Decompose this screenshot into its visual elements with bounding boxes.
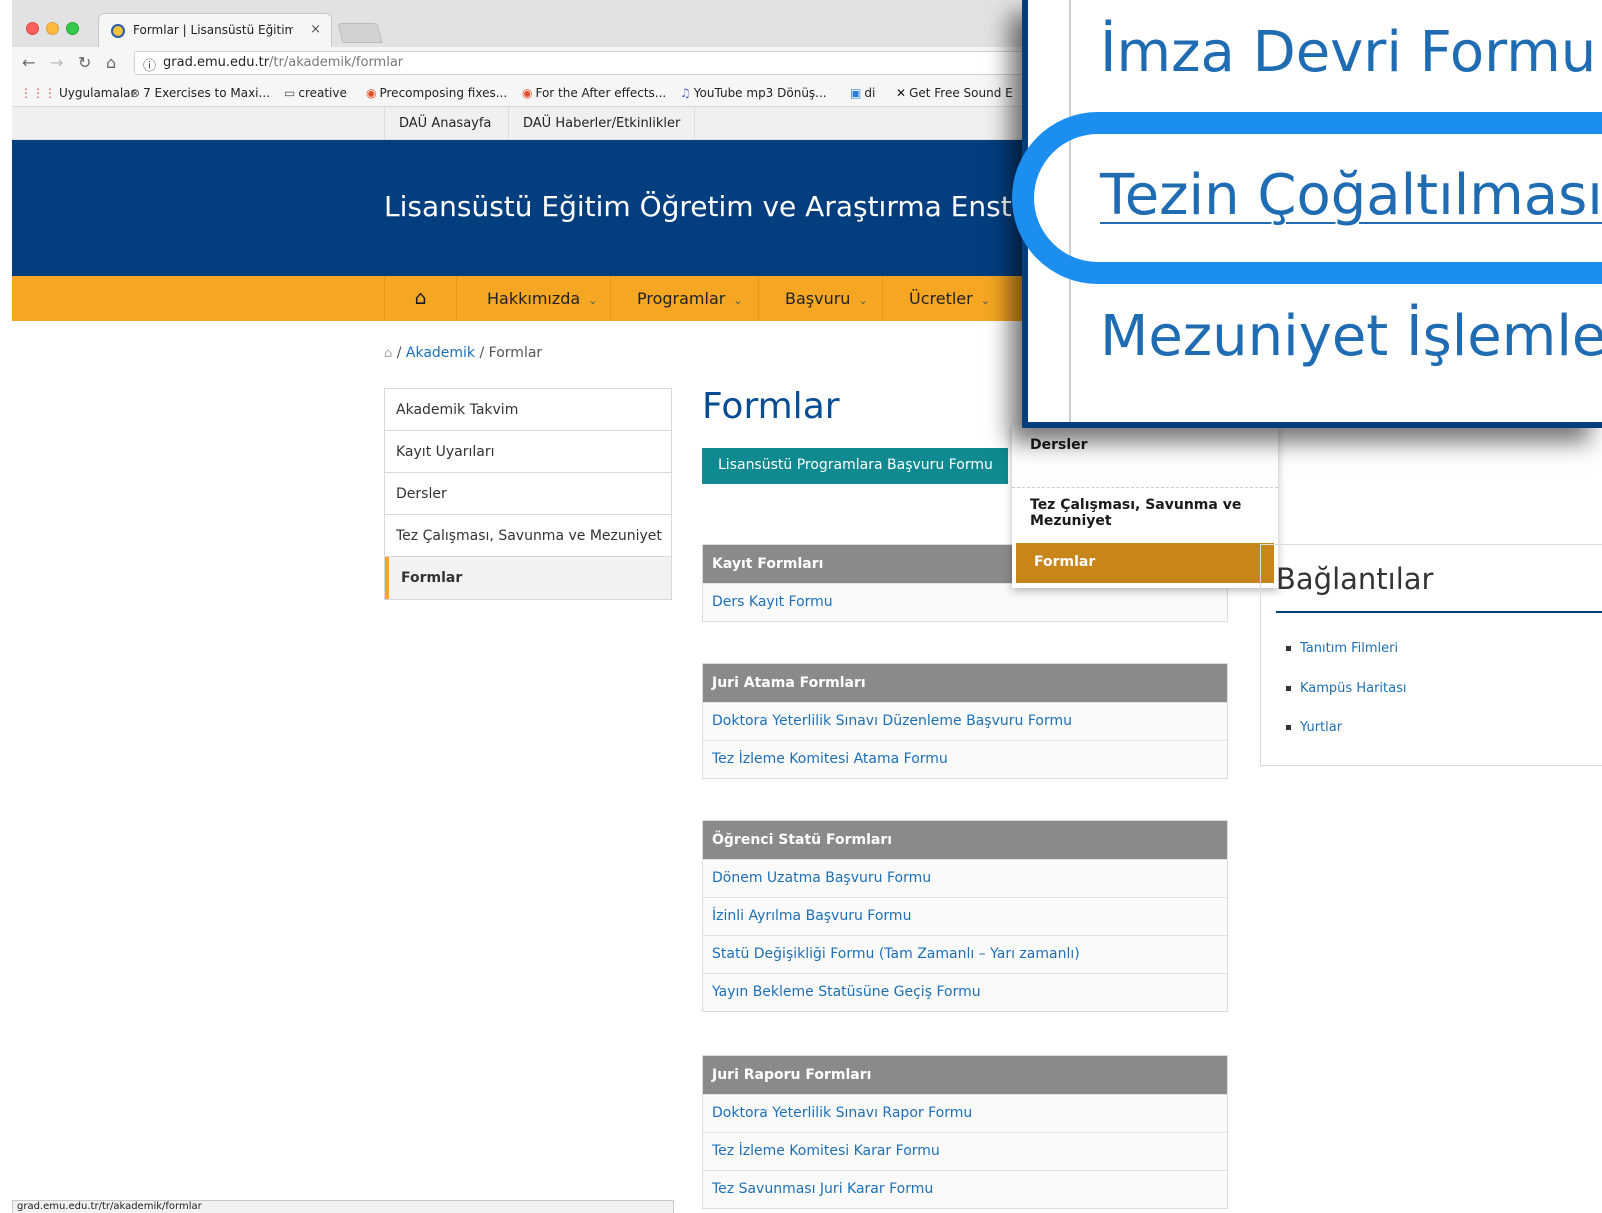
topbar-link-home[interactable]: DAÜ Anasayfa <box>384 107 505 140</box>
bookmark-item[interactable]: ◉ For the After effects... <box>522 86 666 100</box>
menu-item-fees[interactable]: Ücretler ⌄ <box>882 276 1012 321</box>
form-link[interactable]: Doktora Yeterlilik Sınavı Düzenleme Başv… <box>703 702 1227 740</box>
form-link[interactable]: Dönem Uzatma Başvuru Formu <box>703 859 1227 897</box>
form-link[interactable]: Statü Değişikliği Formu (Tam Zamanlı – Y… <box>703 935 1227 973</box>
home-icon[interactable]: ⌂ <box>384 276 456 321</box>
menu-item-apply[interactable]: Başvuru ⌄ <box>758 276 882 321</box>
bookmark-item[interactable]: ▭ creative <box>284 86 347 100</box>
tab-close-icon[interactable]: × <box>310 22 321 37</box>
bookmark-site-icon: ⊗ <box>130 86 141 100</box>
dropdown-item-forms[interactable]: Formlar <box>1016 543 1274 583</box>
maximize-window-button[interactable] <box>66 22 79 35</box>
bookmark-item[interactable]: ✕ Get Free Sound E <box>896 86 1013 100</box>
dropdown-item-thesis[interactable]: Tez Çalışması, Savunma ve Mezuniyet <box>1012 487 1278 545</box>
menu-item-programs[interactable]: Programlar ⌄ <box>610 276 758 321</box>
form-group-student-status: Öğrenci Statü Formları Dönem Uzatma Başv… <box>702 820 1228 1012</box>
chevron-down-icon: ⌄ <box>733 294 743 307</box>
breadcrumb-current: Formlar <box>488 345 543 361</box>
favicon-icon <box>111 24 125 38</box>
url-host: grad.emu.edu.tr <box>163 55 270 70</box>
menu-item-about[interactable]: Hakkımızda ⌄ <box>456 276 610 321</box>
di-icon: ▣ <box>850 86 862 100</box>
breadcrumb: ⌂ / Akademik / Formlar <box>384 345 543 361</box>
reload-icon[interactable]: ↻ <box>78 53 91 72</box>
form-group-title: Juri Atama Formları <box>703 664 1227 702</box>
sidebar-item-forms[interactable]: Formlar <box>385 557 671 599</box>
form-link[interactable]: Ders Kayıt Formu <box>703 583 1227 621</box>
back-arrow-icon[interactable]: ← <box>22 53 35 72</box>
links-divider <box>1276 611 1602 613</box>
status-bar: grad.emu.edu.tr/tr/akademik/formlar <box>12 1200 674 1213</box>
academic-dropdown-menu: Dersler Tez Çalışması, Savunma ve Mezuni… <box>1012 425 1278 588</box>
form-group-jury-assignment: Juri Atama Formları Doktora Yeterlilik S… <box>702 663 1228 779</box>
reddit-icon: ◉ <box>522 86 533 100</box>
topbar-link-news[interactable]: DAÜ Haberler/Etkinlikler <box>508 107 696 140</box>
bullet-icon <box>1286 646 1291 651</box>
tab-title: Formlar | Lisansüstü Eğitim Öğ <box>133 23 293 37</box>
zoom-link-graduation[interactable]: Mezuniyet İşlemleri <box>1100 304 1602 369</box>
zoom-link-signature-delegation[interactable]: İmza Devri Formu <box>1100 20 1596 85</box>
breadcrumb-link-academic[interactable]: Akademik <box>406 345 475 361</box>
bookmark-item[interactable]: ♫ YouTube mp3 Dönüş... <box>680 86 827 100</box>
form-link[interactable]: Tez İzleme Komitesi Atama Formu <box>703 740 1227 778</box>
bullet-icon <box>1286 686 1291 691</box>
url-path: /tr/akademik/formlar <box>269 55 404 70</box>
bookmark-item[interactable]: ◉ Precomposing fixes... <box>366 86 507 100</box>
form-group-title: Juri Raporu Formları <box>703 1056 1227 1094</box>
browser-tab[interactable]: Formlar | Lisansüstü Eğitim Öğ × <box>98 13 332 47</box>
form-group-jury-report: Juri Raporu Formları Doktora Yeterlilik … <box>702 1055 1228 1209</box>
bullet-icon <box>1286 725 1291 730</box>
chevron-down-icon: ⌄ <box>858 294 868 307</box>
sidebar-item-academic-calendar[interactable]: Akademik Takvim <box>385 389 671 431</box>
link-campus-map[interactable]: Kampüs Haritası <box>1286 681 1406 696</box>
section-sidebar: Akademik Takvim Kayıt Uyarıları Dersler … <box>384 388 672 600</box>
form-link[interactable]: Tez Savunması Juri Karar Formu <box>703 1170 1227 1208</box>
forward-arrow-icon[interactable]: → <box>50 53 63 72</box>
links-title: Bağlantılar <box>1276 562 1434 596</box>
apps-grid-icon: ⋮⋮⋮ <box>20 86 56 100</box>
folder-icon: ▭ <box>284 86 296 100</box>
dropdown-item-courses[interactable]: Dersler <box>1012 437 1278 453</box>
page-title: Formlar <box>702 386 840 427</box>
form-group-title: Öğrenci Statü Formları <box>703 821 1227 859</box>
form-link[interactable]: Tez İzleme Komitesi Karar Formu <box>703 1132 1227 1170</box>
apply-form-button[interactable]: Lisansüstü Programlara Başvuru Formu <box>702 448 1008 484</box>
highlight-ring <box>1012 112 1602 284</box>
close-window-button[interactable] <box>26 22 39 35</box>
reddit-icon: ◉ <box>366 86 377 100</box>
sidebar-item-registration-warnings[interactable]: Kayıt Uyarıları <box>385 431 671 473</box>
link-promo-films[interactable]: Tanıtım Filmleri <box>1286 641 1398 656</box>
form-link[interactable]: İzinli Ayrılma Başvuru Formu <box>703 897 1227 935</box>
site-title[interactable]: Lisansüstü Eğitim Öğretim ve Araştırma E… <box>384 190 1048 223</box>
link-dormitories[interactable]: Yurtlar <box>1286 720 1342 735</box>
home-icon[interactable]: ⌂ <box>384 346 392 361</box>
home-icon[interactable]: ⌂ <box>106 53 116 72</box>
form-link[interactable]: Yayın Bekleme Statüsüne Geçiş Formu <box>703 973 1227 1011</box>
info-icon[interactable]: ⓘ <box>143 55 156 74</box>
sidebar-item-courses[interactable]: Dersler <box>385 473 671 515</box>
mp3-icon: ♫ <box>680 86 691 100</box>
chevron-down-icon: ⌄ <box>980 294 990 307</box>
minimize-window-button[interactable] <box>46 22 59 35</box>
bookmark-item[interactable]: ⋮⋮⋮ Uygulamalar <box>20 86 135 100</box>
address-bar[interactable]: ⓘ grad.emu.edu.tr/tr/akademik/formlar <box>134 51 1154 75</box>
x-logo-icon: ✕ <box>896 86 907 100</box>
chevron-down-icon: ⌄ <box>588 294 598 307</box>
bookmark-item[interactable]: ▣ di <box>850 86 875 100</box>
bookmark-item[interactable]: ⊗ 7 Exercises to Maxi... <box>130 86 270 100</box>
sidebar-item-thesis[interactable]: Tez Çalışması, Savunma ve Mezuniyet <box>385 515 671 557</box>
form-link[interactable]: Doktora Yeterlilik Sınavı Rapor Formu <box>703 1094 1227 1132</box>
new-tab-button[interactable] <box>337 23 383 43</box>
